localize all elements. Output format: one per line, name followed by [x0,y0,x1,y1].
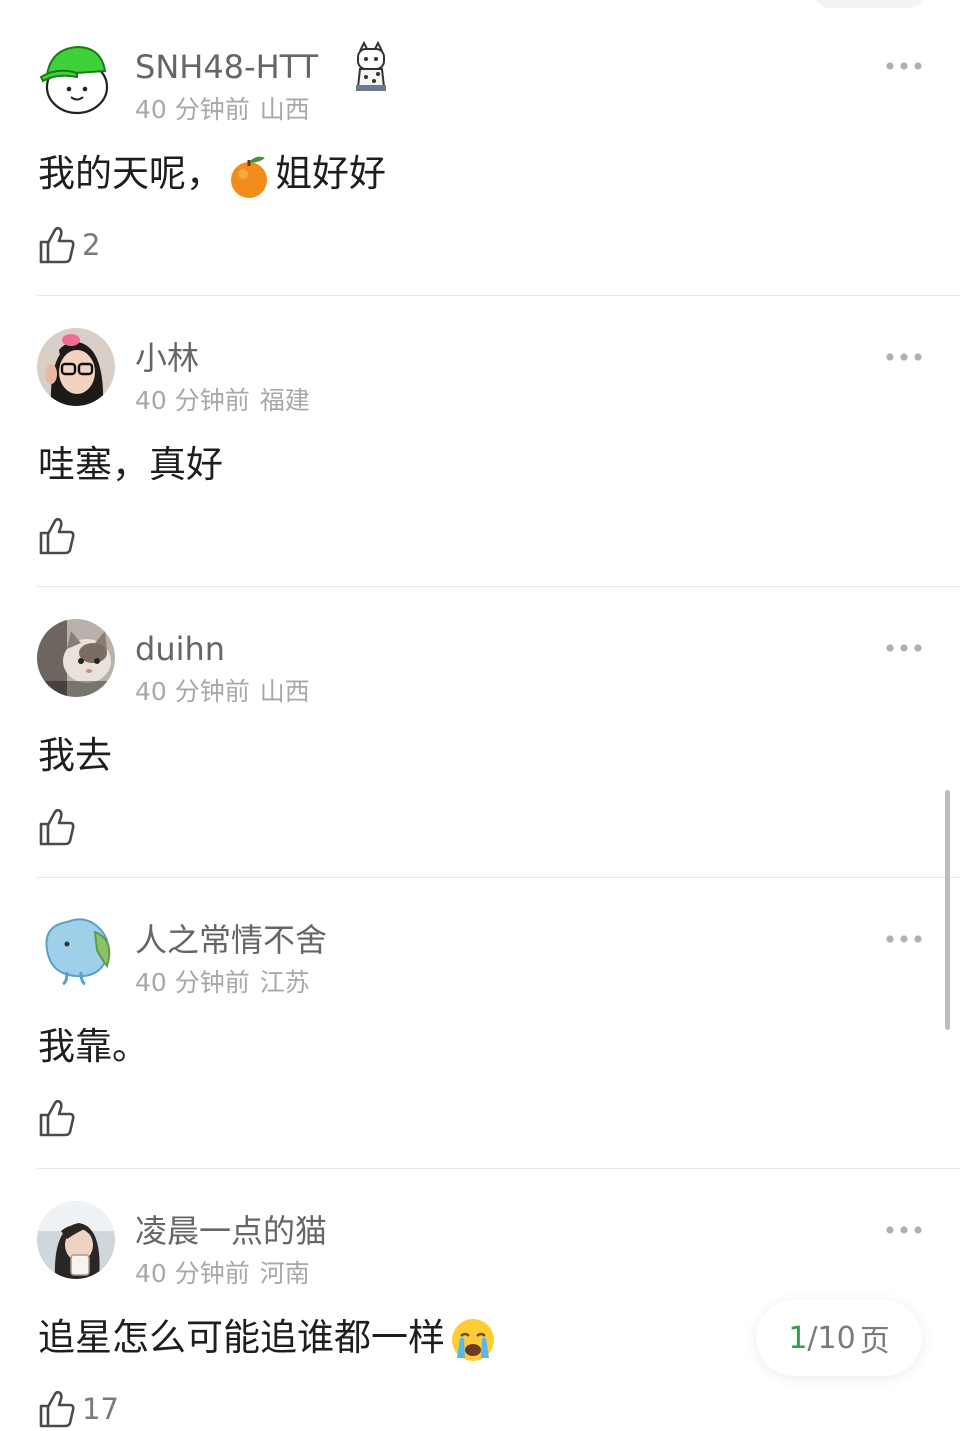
comment-meta: 40 分钟前 山西 [135,93,310,127]
like-button[interactable] [38,805,82,849]
comment-location: 河南 [259,1259,310,1288]
comment-location: 山西 [259,677,310,706]
person-in-car-avatar-icon [37,1201,115,1279]
page-unit: 页 [859,1324,890,1359]
page-indicator[interactable]: 1/10 页 [756,1300,922,1376]
comment-text: 我的天呢， 姐好好 [38,146,386,202]
comment-text: 哇塞，真好 [38,443,223,486]
more-options-icon[interactable] [880,922,928,956]
scrollbar[interactable] [945,790,950,1030]
username[interactable]: 凌晨一点的猫 [135,1209,327,1253]
like-button[interactable]: 2 [38,223,100,267]
comment-text-part: 追星怎么可能追谁都一样 [38,1316,445,1359]
more-options-icon[interactable] [880,631,928,665]
avatar[interactable] [37,910,115,988]
comment-location: 江苏 [259,968,310,997]
avatar[interactable] [37,619,115,697]
comment-text: 我去 [38,734,112,777]
comment-location: 福建 [259,386,310,415]
avatar[interactable] [37,37,115,115]
comment-meta: 40 分钟前 江苏 [135,966,310,1000]
comment-text-part: 我的天呢， [38,152,223,195]
page-current: 1 [788,1320,808,1356]
comment-time: 40 分钟前 [135,386,250,415]
avatar[interactable] [37,1201,115,1279]
comment-item: 凌晨一点的猫 40 分钟前 河南 追星怎么可能追谁都一样 17 [0,1169,960,1428]
comment-text: 追星怎么可能追谁都一样 [38,1310,501,1366]
comment-item: 小林 40 分钟前 福建 哇塞，真好 [0,296,960,587]
username[interactable]: duihn [135,627,225,671]
comment-item: 人之常情不舍 40 分钟前 江苏 我靠。 [0,878,960,1169]
avatar[interactable] [37,328,115,406]
comment-location: 山西 [259,95,310,124]
comment-time: 40 分钟前 [135,677,250,706]
thumbs-up-icon [39,1390,75,1428]
comment-text-part: 姐好好 [275,152,386,195]
page-total: /10 [807,1320,856,1356]
username[interactable]: 小林 [135,336,199,380]
comment-meta: 40 分钟前 福建 [135,384,310,418]
girl-with-glasses-avatar-icon [37,328,115,406]
comment-meta: 40 分钟前 山西 [135,675,310,709]
cat-photo-avatar-icon [37,619,115,697]
like-count: 17 [82,1392,119,1426]
username[interactable]: SNH48-HTT [135,45,318,89]
comment-item: duihn 40 分钟前 山西 我去 [0,587,960,878]
more-options-icon[interactable] [880,340,928,374]
comment-time: 40 分钟前 [135,95,250,124]
like-count: 2 [82,228,101,262]
thumbs-up-icon [39,1099,75,1137]
like-button[interactable] [38,514,82,558]
crying-face-emoji-icon [449,1316,497,1364]
thumbs-up-icon [39,226,75,264]
green-cap-cartoon-avatar-icon [37,37,115,115]
like-button[interactable] [38,1096,82,1140]
comment-text: 我靠。 [38,1025,149,1068]
comment-meta: 40 分钟前 河南 [135,1257,310,1291]
username[interactable]: 人之常情不舍 [135,918,327,962]
comment-item: SNH48-HTT 40 分钟前 山西 我的天呢， 姐好好 2 [0,5,960,296]
comment-time: 40 分钟前 [135,1259,250,1288]
like-button[interactable]: 17 [38,1387,119,1431]
elephant-sticker-avatar-icon [37,910,115,988]
thumbs-up-icon [39,517,75,555]
cat-badge-icon [352,40,390,93]
more-options-icon[interactable] [880,1213,928,1247]
comment-time: 40 分钟前 [135,968,250,997]
more-options-icon[interactable] [880,49,928,83]
thumbs-up-icon [39,808,75,846]
tangerine-emoji-icon [227,152,271,200]
